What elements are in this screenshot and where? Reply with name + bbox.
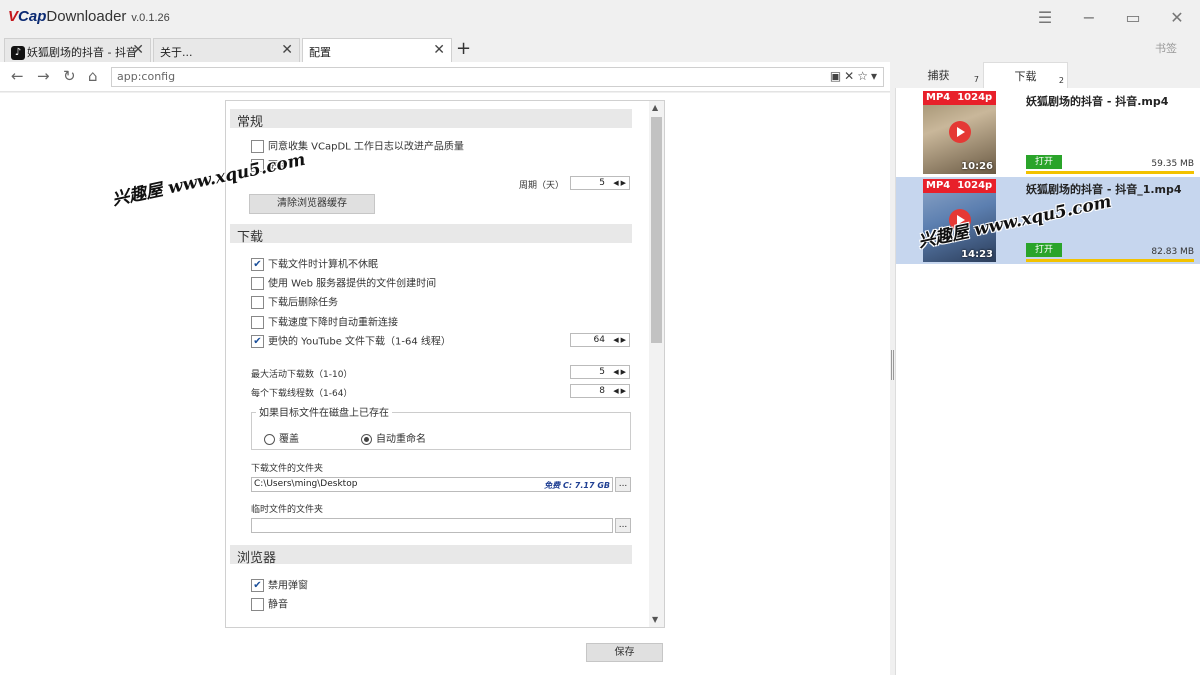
- video-thumbnail: MP4 1024p 10:26: [923, 91, 996, 174]
- tab-bar: ♪ 妖狐剧场的抖音 - 抖音 ✕ 关于... ✕ 配置 ✕ +: [0, 36, 890, 62]
- new-tab-button[interactable]: +: [456, 38, 471, 59]
- close-button[interactable]: ✕: [1166, 8, 1188, 28]
- duration: 14:23: [961, 249, 993, 260]
- tab-close-icon[interactable]: ✕: [281, 42, 293, 58]
- section-browser: 浏览器: [230, 545, 632, 566]
- navigation-bar: ← → ↻ ⌂ app:config ▣✕☆▾: [0, 62, 890, 92]
- max-active-stepper[interactable]: 5 ◀▶: [570, 365, 630, 379]
- menu-icon[interactable]: ☰: [1034, 8, 1056, 28]
- section-general: 常规: [230, 109, 632, 130]
- address-actions-icon[interactable]: ▣✕☆▾: [830, 69, 880, 83]
- splitter-grip-icon[interactable]: [891, 350, 894, 380]
- file-size: 82.83 MB: [1151, 247, 1194, 257]
- checkbox-server-time[interactable]: 使用 Web 服务器提供的文件创建时间: [251, 277, 436, 291]
- checkmark-icon[interactable]: ✔: [251, 258, 264, 271]
- play-icon: [949, 121, 971, 143]
- scroll-down-icon[interactable]: ▼: [652, 615, 658, 624]
- maximize-button[interactable]: ▭: [1122, 8, 1144, 28]
- temp-folder-label: 临时文件的文件夹: [251, 505, 324, 515]
- radio-icon[interactable]: [264, 433, 275, 445]
- scroll-up-icon[interactable]: ▲: [652, 103, 658, 112]
- checkbox-mute[interactable]: 静音: [251, 598, 288, 612]
- config-scrollbar[interactable]: ▲ ▼: [649, 101, 664, 627]
- temp-folder-input[interactable]: [251, 518, 613, 533]
- download-item[interactable]: MP4 1024p 10:26 妖狐剧场的抖音 - 抖音.mp4 打开 59.3…: [896, 89, 1200, 176]
- home-icon[interactable]: ⌂: [88, 67, 98, 85]
- period-stepper[interactable]: 5 ◀▶: [570, 176, 630, 190]
- address-input[interactable]: app:config ▣✕☆▾: [111, 67, 884, 87]
- capture-count: 7: [973, 75, 979, 84]
- radio-overwrite[interactable]: 覆盖: [264, 430, 299, 445]
- youtube-threads-stepper[interactable]: 64 ◀▶: [570, 333, 630, 347]
- tiktok-icon: ♪: [11, 46, 25, 60]
- file-name: 妖狐剧场的抖音 - 抖音.mp4: [1026, 95, 1169, 108]
- checkbox-delete-task[interactable]: 下载后删除任务: [251, 296, 338, 310]
- tab-about[interactable]: 关于... ✕: [153, 38, 300, 62]
- file-exists-title: 如果目标文件在磁盘上已存在: [256, 404, 392, 419]
- browse-download-folder-button[interactable]: ...: [615, 477, 631, 492]
- checkbox-box[interactable]: [251, 316, 264, 329]
- tab-config[interactable]: 配置 ✕: [302, 38, 452, 62]
- radio-selected-icon[interactable]: [361, 433, 372, 445]
- free-space-text: 免费 C: 7.17 GB: [544, 481, 610, 490]
- threads-per-stepper[interactable]: 8 ◀▶: [570, 384, 630, 398]
- max-active-label: 最大活动下载数（1-10）: [251, 370, 353, 380]
- minimize-button[interactable]: −: [1078, 8, 1100, 28]
- bookmarks-label[interactable]: 书签: [1155, 40, 1177, 56]
- stepper-arrows-icon[interactable]: ◀▶: [613, 178, 628, 188]
- stepper-arrows-icon[interactable]: ◀▶: [613, 386, 628, 396]
- save-button[interactable]: 保存: [586, 643, 663, 662]
- clear-cache-button[interactable]: 清除浏览器缓存: [249, 194, 375, 214]
- duration: 10:26: [961, 161, 993, 172]
- scroll-thumb[interactable]: [651, 117, 662, 343]
- forward-icon[interactable]: →: [37, 67, 50, 85]
- title-bar: VCapDownloader v.0.1.26 ☰ − ▭ ✕: [0, 0, 1200, 36]
- period-label: 周期（天）: [519, 181, 565, 191]
- section-download: 下载: [230, 224, 632, 245]
- stepper-arrows-icon[interactable]: ◀▶: [613, 335, 628, 345]
- back-icon[interactable]: ←: [11, 67, 24, 85]
- checkbox-box[interactable]: [251, 296, 264, 309]
- open-button[interactable]: 打开: [1026, 155, 1062, 169]
- stepper-arrows-icon[interactable]: ◀▶: [613, 367, 628, 377]
- tab-capture[interactable]: 捕获 7: [895, 62, 982, 88]
- checkmark-icon[interactable]: ✔: [251, 335, 264, 348]
- tab-close-icon[interactable]: ✕: [132, 42, 144, 58]
- download-folder-label: 下载文件的文件夹: [251, 464, 324, 474]
- file-size: 59.35 MB: [1151, 159, 1194, 169]
- checkbox-auto-reconnect[interactable]: 下载速度下降时自动重新连接: [251, 316, 398, 330]
- download-item[interactable]: MP4 1024p 14:23 妖狐剧场的抖音 - 抖音_1.mp4 打开 82…: [896, 177, 1200, 264]
- checkbox-box[interactable]: [251, 140, 264, 153]
- radio-auto-rename[interactable]: 自动重命名: [361, 430, 426, 445]
- tab-downloads[interactable]: 下载 2: [983, 62, 1068, 88]
- checkbox-box[interactable]: [251, 277, 264, 290]
- config-page: 常规 同意收集 VCapDL 工作日志以改进产品质量 更新 周期（天） 5 ◀▶ …: [0, 93, 890, 675]
- browse-temp-folder-button[interactable]: ...: [615, 518, 631, 533]
- tab-douyin[interactable]: ♪ 妖狐剧场的抖音 - 抖音 ✕: [4, 38, 151, 62]
- tab-close-icon[interactable]: ✕: [433, 42, 445, 58]
- checkbox-fast-youtube[interactable]: ✔ 更快的 YouTube 文件下载（1-64 线程）: [251, 335, 451, 349]
- download-count: 2: [1058, 76, 1064, 85]
- progress-bar: [1026, 259, 1194, 262]
- checkbox-no-sleep[interactable]: ✔ 下载文件时计算机不休眠: [251, 258, 378, 272]
- config-panel: 常规 同意收集 VCapDL 工作日志以改进产品质量 更新 周期（天） 5 ◀▶ …: [225, 100, 665, 628]
- right-panel-tabs: 捕获 7 下载 2: [895, 62, 1200, 88]
- checkbox-box[interactable]: [251, 598, 264, 611]
- app-logo: VCapDownloader v.0.1.26: [8, 8, 170, 25]
- format-badge: MP4 1024p: [923, 91, 996, 105]
- threads-per-label: 每个下载线程数（1-64）: [251, 389, 353, 399]
- open-button[interactable]: 打开: [1026, 243, 1062, 257]
- format-badge: MP4 1024p: [923, 179, 996, 193]
- download-folder-input[interactable]: C:\Users\ming\Desktop 免费 C: 7.17 GB: [251, 477, 613, 492]
- app-version: v.0.1.26: [131, 12, 170, 24]
- checkmark-icon[interactable]: ✔: [251, 579, 264, 592]
- reload-icon[interactable]: ↻: [63, 67, 76, 85]
- progress-bar: [1026, 171, 1194, 174]
- checkbox-disable-popups[interactable]: ✔ 禁用弹窗: [251, 579, 308, 593]
- downloads-list: MP4 1024p 10:26 妖狐剧场的抖音 - 抖音.mp4 打开 59.3…: [895, 88, 1200, 675]
